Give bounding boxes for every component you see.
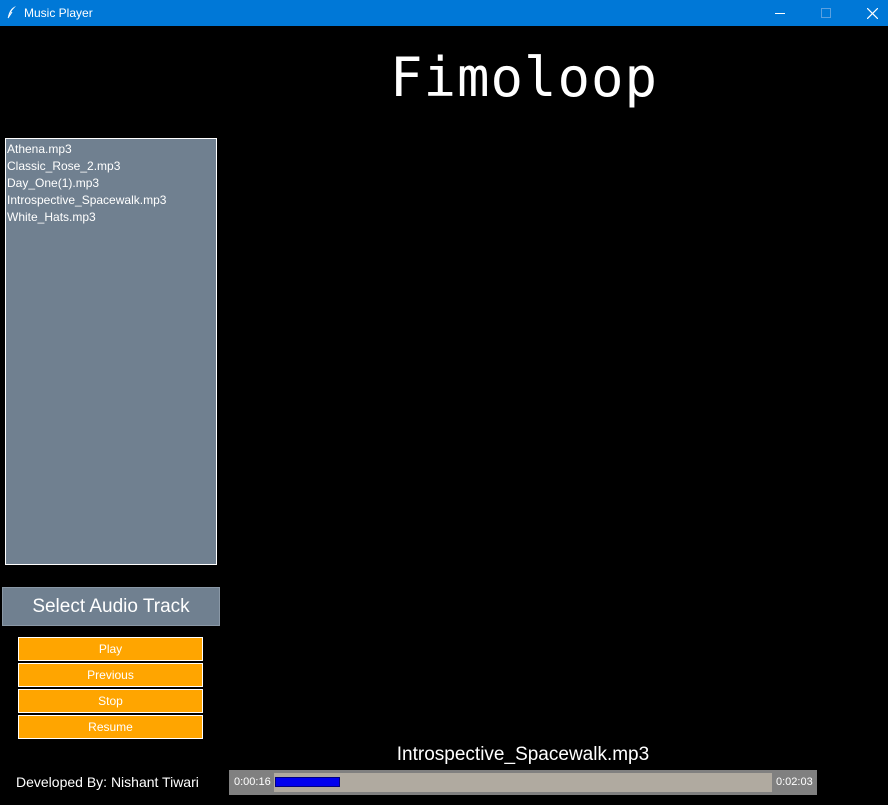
music-player-window: Music Player Fimoloop Athena.mp3 Classic… [0, 0, 888, 805]
maximize-button[interactable] [803, 0, 849, 26]
title-bar[interactable]: Music Player [0, 0, 888, 26]
close-button[interactable] [849, 0, 888, 26]
minimize-button[interactable] [757, 0, 803, 26]
previous-button[interactable]: Previous [18, 663, 203, 687]
select-audio-track-button[interactable]: Select Audio Track [2, 587, 220, 626]
playlist-item[interactable]: Classic_Rose_2.mp3 [7, 158, 215, 175]
progress-bar[interactable] [274, 773, 772, 792]
now-playing-label: Introspective_Spacewalk.mp3 [396, 744, 650, 765]
elapsed-time: 0:00:16 [234, 776, 271, 788]
play-button[interactable]: Play [18, 637, 203, 661]
playlist-item[interactable]: Introspective_Spacewalk.mp3 [7, 192, 215, 209]
window-title: Music Player [24, 6, 93, 20]
resume-button[interactable]: Resume [18, 715, 203, 739]
maximize-icon [821, 8, 831, 18]
stop-button[interactable]: Stop [18, 689, 203, 713]
playlist-box[interactable]: Athena.mp3 Classic_Rose_2.mp3 Day_One(1)… [5, 138, 217, 565]
playlist-item[interactable]: Day_One(1).mp3 [7, 175, 215, 192]
playlist-item[interactable]: White_Hats.mp3 [7, 209, 215, 226]
progress-panel: 0:00:16 0:02:03 [229, 770, 817, 795]
playlist-item[interactable]: Athena.mp3 [7, 141, 215, 158]
feather-icon [6, 5, 18, 19]
minimize-icon [775, 8, 785, 18]
close-icon [866, 7, 878, 19]
developer-credit: Developed By: Nishant Tiwari [16, 774, 199, 790]
progress-fill [275, 777, 340, 787]
total-time: 0:02:03 [776, 776, 813, 788]
app-title: Fimoloop [389, 46, 659, 109]
